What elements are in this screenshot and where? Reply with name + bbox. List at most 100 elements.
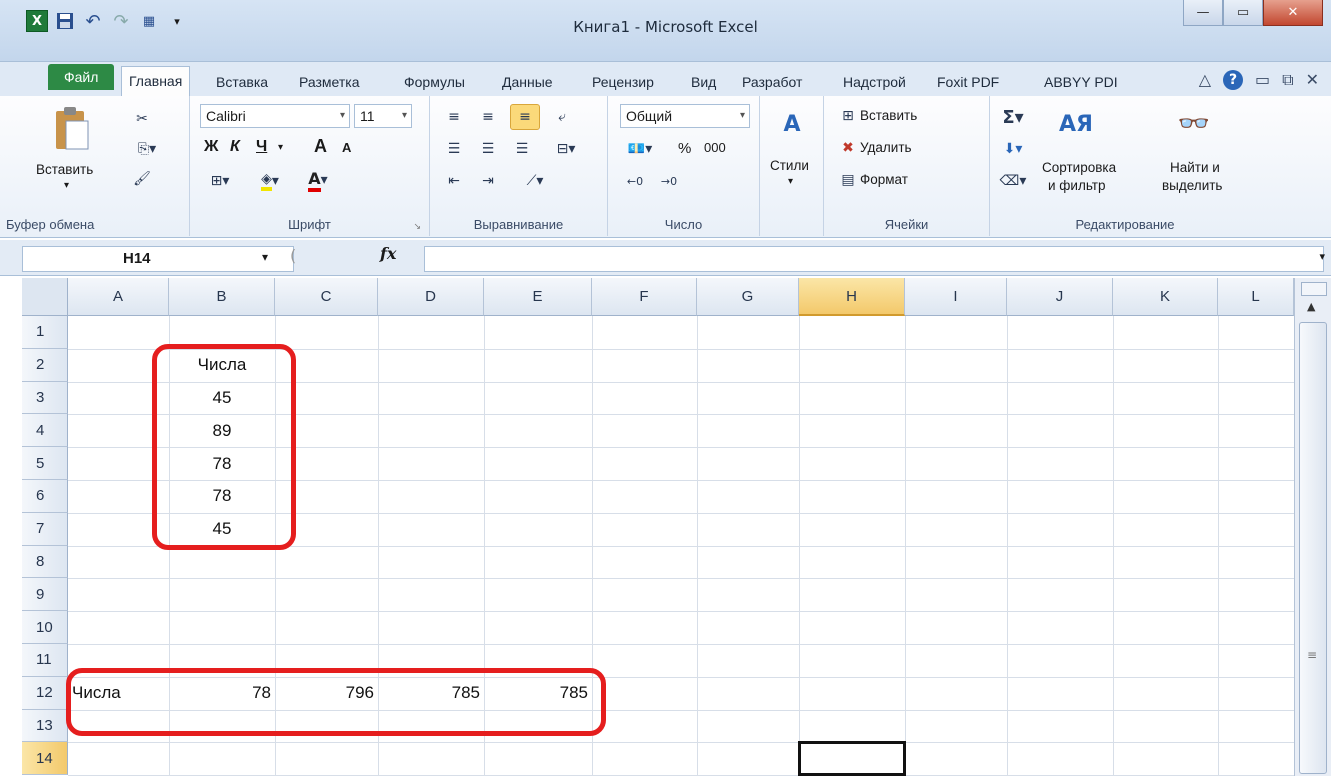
column-header-l[interactable]: L — [1218, 278, 1294, 316]
tab-abbyy-pdf[interactable]: ABBYY PDI — [1037, 68, 1125, 96]
tab-view[interactable]: Вид — [684, 68, 723, 96]
align-top-icon[interactable]: ≡ — [442, 106, 466, 128]
row-header-14[interactable]: 14 — [22, 742, 68, 776]
row-header-9[interactable]: 9 — [22, 578, 68, 612]
row-header-7[interactable]: 7 — [22, 512, 68, 546]
scroll-up-icon[interactable]: ▲ — [1307, 300, 1315, 313]
format-painter-icon[interactable]: 🖌 — [130, 168, 154, 190]
format-cells-button[interactable]: Формат — [860, 172, 908, 187]
spreadsheet-grid[interactable]: A B C D E F G H I J K L 1 2 3 4 5 6 7 8 9 10 11 12 13 14 Числа 45 89… — [22, 278, 1295, 776]
insert-cells-icon[interactable]: ⊞ — [838, 106, 858, 126]
tab-formulas[interactable]: Формулы — [397, 68, 472, 96]
expand-formula-bar-icon[interactable]: ▾ — [1319, 250, 1325, 263]
tab-file[interactable]: Файл — [48, 64, 115, 90]
tab-page-layout[interactable]: Разметка — [292, 68, 367, 96]
increase-indent-icon[interactable]: ⇥ — [476, 170, 500, 192]
borders-icon[interactable]: ⊞▾ — [202, 170, 238, 192]
row-header-2[interactable]: 2 — [22, 348, 68, 382]
dialog-launcher-icon[interactable]: ↘ — [413, 221, 421, 232]
collapse-ribbon-icon[interactable]: △ — [1199, 70, 1211, 90]
row-header-5[interactable]: 5 — [22, 447, 68, 480]
orientation-icon[interactable]: ⟋▾ — [518, 170, 552, 192]
row-header-3[interactable]: 3 — [22, 381, 68, 415]
column-header-b[interactable]: B — [169, 278, 275, 316]
close-button[interactable]: ✕ — [1263, 0, 1323, 26]
name-box-dropdown-icon[interactable]: ▾ — [262, 250, 268, 264]
column-header-h[interactable]: H — [799, 278, 905, 316]
find-select-button[interactable]: Найти и — [1170, 160, 1220, 175]
font-color-icon[interactable]: A ▾ — [298, 168, 338, 192]
font-size-select[interactable]: 11 ▾ — [354, 104, 412, 128]
percent-button[interactable]: % — [678, 140, 691, 157]
insert-function-button[interactable]: fx — [380, 244, 396, 263]
column-header-a[interactable]: A — [68, 278, 169, 316]
column-header-i[interactable]: I — [905, 278, 1007, 316]
row-header-4[interactable]: 4 — [22, 414, 68, 448]
binoculars-icon[interactable]: 👓 — [1174, 104, 1214, 144]
align-center-icon[interactable]: ☰ — [476, 138, 500, 160]
align-middle-icon[interactable]: ≡ — [476, 106, 500, 128]
column-header-d[interactable]: D — [378, 278, 484, 316]
column-header-k[interactable]: K — [1113, 278, 1218, 316]
insert-cells-button[interactable]: Вставить — [860, 108, 917, 123]
copy-icon[interactable]: ⎘▾ — [130, 138, 164, 160]
paste-button[interactable]: Вставить — [36, 162, 93, 177]
tab-insert[interactable]: Вставка — [209, 68, 275, 96]
restore-workbook-icon[interactable]: ⧉ — [1282, 70, 1293, 90]
tab-foxit-pdf[interactable]: Foxit PDF — [930, 68, 1006, 96]
tab-home[interactable]: Главная — [121, 66, 191, 96]
sort-filter-icon[interactable]: AЯ — [1056, 104, 1096, 144]
align-left-icon[interactable]: ☰ — [442, 138, 466, 160]
column-header-j[interactable]: J — [1007, 278, 1113, 316]
select-all-corner[interactable] — [22, 278, 68, 316]
tab-data[interactable]: Данные — [495, 68, 560, 96]
styles-button[interactable]: Стили — [770, 158, 809, 173]
row-header-12[interactable]: 12 — [22, 676, 68, 710]
wrap-text-icon[interactable]: ⤶ — [550, 106, 574, 128]
row-header-6[interactable]: 6 — [22, 480, 68, 513]
decrease-decimal-icon[interactable]: →0 — [654, 170, 684, 192]
paste-dropdown-icon[interactable]: ▾ — [64, 180, 69, 191]
underline-dropdown-icon[interactable]: ▾ — [278, 142, 283, 153]
underline-button[interactable]: Ч — [256, 138, 267, 156]
row-header-13[interactable]: 13 — [22, 709, 68, 743]
number-format-select[interactable]: Общий ▾ — [620, 104, 750, 128]
tab-developer[interactable]: Разработ — [735, 68, 809, 96]
find-select-button-line2[interactable]: выделить — [1162, 178, 1222, 193]
help-icon[interactable]: ? — [1223, 70, 1244, 90]
row-header-11[interactable]: 11 — [22, 644, 68, 677]
row-header-10[interactable]: 10 — [22, 611, 68, 644]
sort-filter-button[interactable]: Сортировка — [1042, 160, 1116, 175]
column-header-f[interactable]: F — [592, 278, 697, 316]
vertical-scrollbar[interactable]: ▲ ≡ — [1294, 278, 1331, 776]
tab-review[interactable]: Рецензир — [585, 68, 661, 96]
styles-dropdown-icon[interactable]: ▾ — [788, 176, 793, 187]
column-header-g[interactable]: G — [697, 278, 799, 316]
row-header-1[interactable]: 1 — [22, 316, 68, 349]
merge-center-icon[interactable]: ⊟▾ — [548, 138, 584, 160]
name-box[interactable]: H14 — [22, 246, 294, 272]
minimize-workbook-icon[interactable]: ▭ — [1255, 70, 1270, 90]
minimize-button[interactable]: — — [1183, 0, 1223, 26]
formula-input[interactable] — [424, 246, 1324, 272]
sort-filter-button-line2[interactable]: и фильтр — [1048, 178, 1106, 193]
align-right-icon[interactable]: ☰ — [510, 138, 534, 160]
row-header-8[interactable]: 8 — [22, 545, 68, 579]
active-cell-indicator[interactable] — [798, 741, 906, 776]
format-cells-icon[interactable]: ▤ — [838, 170, 858, 190]
autosum-icon[interactable]: Σ▾ — [998, 106, 1028, 128]
fill-icon[interactable]: ⬇▾ — [998, 138, 1028, 160]
fill-color-icon[interactable]: ◈ ▾ — [250, 170, 290, 192]
align-bottom-icon[interactable]: ≡ — [510, 104, 540, 130]
decrease-indent-icon[interactable]: ⇤ — [442, 170, 466, 192]
delete-cells-icon[interactable]: ✖ — [838, 138, 858, 158]
split-handle[interactable] — [1301, 282, 1327, 296]
cut-icon[interactable]: ✂ — [130, 108, 154, 130]
tab-addins[interactable]: Надстрой — [836, 68, 913, 96]
currency-format-icon[interactable]: 💶▾ — [620, 138, 660, 160]
close-workbook-icon[interactable]: ✕ — [1306, 70, 1319, 90]
maximize-button[interactable]: ▭ — [1223, 0, 1263, 26]
italic-button[interactable]: К — [230, 138, 240, 156]
clear-icon[interactable]: ⌫▾ — [998, 170, 1028, 192]
styles-icon[interactable]: A — [776, 108, 808, 140]
